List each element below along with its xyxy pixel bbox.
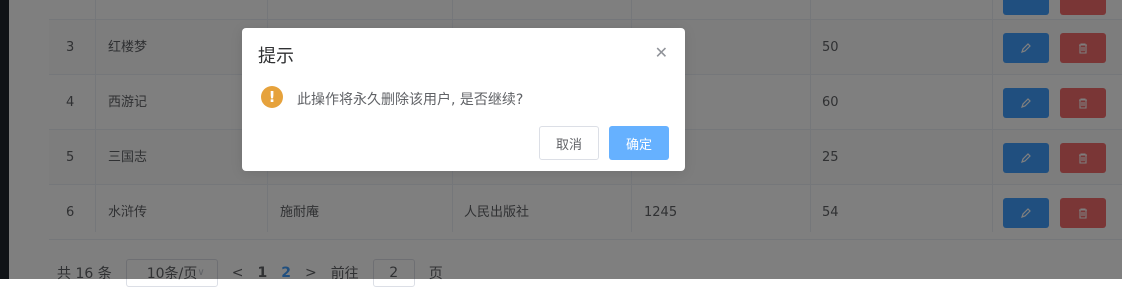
dialog-message: 此操作将永久删除该用户, 是否继续? (297, 92, 524, 108)
confirm-button[interactable]: 确定 (609, 126, 669, 160)
dialog-title: 提示 (258, 46, 294, 67)
cancel-button[interactable]: 取消 (539, 126, 599, 160)
close-icon[interactable]: ✕ (655, 43, 668, 62)
warning-icon: ! (261, 86, 283, 108)
confirm-dialog: 提示 ✕ ! 此操作将永久删除该用户, 是否继续? 取消 确定 (242, 28, 685, 171)
